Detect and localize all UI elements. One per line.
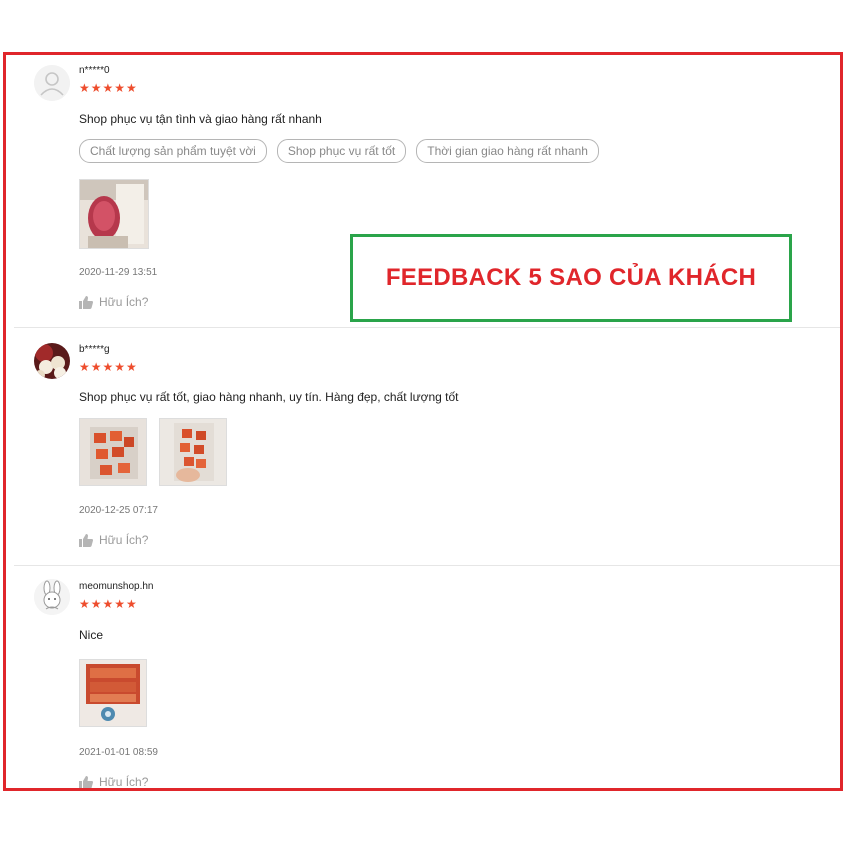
avatar[interactable] <box>34 65 70 101</box>
thumbs-up-icon <box>79 775 93 788</box>
review-item: meomunshop.hn ★★★★★ Nice 2021-01-01 08:5… <box>14 565 840 789</box>
star-rating: ★★★★★ <box>79 81 138 95</box>
review-username: meomunshop.hn <box>79 581 154 592</box>
review-tag: Thời gian giao hàng rất nhanh <box>416 139 599 163</box>
review-text: Shop phục vụ rất tốt, giao hàng nhanh, u… <box>79 390 459 404</box>
avatar[interactable] <box>34 343 70 379</box>
helpful-label: Hữu Ích? <box>99 533 149 547</box>
star-rating: ★★★★★ <box>79 597 138 611</box>
review-tag: Shop phục vụ rất tốt <box>276 139 407 163</box>
avatar[interactable] <box>34 579 70 615</box>
helpful-button[interactable]: Hữu Ích? <box>79 775 149 789</box>
review-date: 2020-11-29 13:51 <box>79 267 158 278</box>
review-date: 2021-01-01 08:59 <box>79 747 158 758</box>
review-photo[interactable] <box>79 179 149 249</box>
helpful-label: Hữu Ích? <box>99 775 149 789</box>
helpful-button[interactable]: Hữu Ích? <box>79 533 148 547</box>
default-user-icon <box>34 65 70 101</box>
review-username: b*****g <box>79 344 110 355</box>
review-photo[interactable] <box>159 418 227 486</box>
review-photo[interactable] <box>79 418 147 486</box>
thumbs-up-icon <box>79 295 93 309</box>
bunny-avatar <box>34 579 70 615</box>
review-frame: n*****0 ★★★★★ Shop phục vụ tận tình và g… <box>3 52 843 791</box>
review-tags: Chất lượng sản phẩm tuyệt vời Shop phục … <box>79 139 599 163</box>
helpful-button[interactable]: Hữu Ích? <box>79 295 148 309</box>
review-photo[interactable] <box>79 659 147 727</box>
feedback-banner-text: FEEDBACK 5 SAO CỦA KHÁCH <box>385 264 757 291</box>
flower-avatar <box>34 343 70 379</box>
feedback-banner: FEEDBACK 5 SAO CỦA KHÁCH <box>350 234 792 322</box>
review-tag: Chất lượng sản phẩm tuyệt vời <box>79 139 267 163</box>
review-date: 2020-12-25 07:17 <box>79 505 158 516</box>
star-rating: ★★★★★ <box>79 360 138 374</box>
review-username: n*****0 <box>79 65 110 76</box>
review-item: b*****g ★★★★★ Shop phục vụ rất tốt, giao… <box>14 327 840 566</box>
review-text: Shop phục vụ tận tình và giao hàng rất n… <box>79 112 322 126</box>
thumbs-up-icon <box>79 533 93 547</box>
review-text: Nice <box>79 628 104 642</box>
helpful-label: Hữu Ích? <box>99 295 149 309</box>
